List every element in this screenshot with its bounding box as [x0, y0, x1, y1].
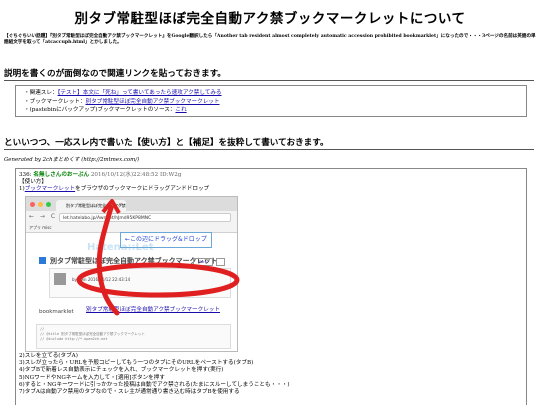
bookmarklet-page-link[interactable]: 別タブ常駐型ほぼ完全自動アク禁ブックマークレット [86, 99, 220, 105]
heading-rule [4, 80, 534, 81]
steps-list: 2)スレを立てる(タブA) 3)スレが立ったら・URLを予般コピーしてもう一つの… [19, 353, 290, 396]
post-box: 336: 名無しさんのおーぷん 2016/10/12(水)22:48:52 ID… [15, 168, 527, 405]
bookmarklet-link[interactable]: ブックマークレット [25, 186, 75, 192]
step-1: 1)ブックマークレットをブラウザのブックマークにドラッグアンドドロップ [19, 186, 210, 192]
post-header: 336: 名無しさんのおーぷん 2016/10/12(水)22:48:52 ID… [19, 172, 182, 185]
related-links-box: ・関連スレ：【テスト】本文に「死ね」って書いてあったら速攻アク禁してみる ・ブッ… [15, 85, 527, 117]
step-item: 6)すると・NGキーワードに引っかかった投稿は自動でアク禁される(たまにスルーし… [19, 381, 290, 388]
pastebin-source-link[interactable]: これ [175, 107, 186, 113]
step-item: 7)タブAは自動アク禁用のタブなので・スレ主が通常通り書き込む時はタブBを使用す… [19, 389, 240, 396]
related-link-item: ・(pastebinにバックアップ)ブックマークレットのソース：これ [24, 107, 187, 113]
annotation-overlay [76, 199, 240, 316]
related-thread-link[interactable]: 【テスト】本文に「死ね」って書いてあったら速攻アク禁してみる [58, 90, 222, 96]
intro-note: 【ぐちぐちいい話題】『別タブ常駐型ほぼ完全自動アク禁ブックマークレット』をGoo… [4, 34, 536, 45]
heading-rule [4, 149, 534, 150]
section-heading-links: 説明を書くのが面倒なので関連リンクを貼っておきます。 [4, 69, 226, 79]
section-heading-usage: といいつつ、一応スレ内で書いた【使い方】と【補足】を抜粋して書いておきます。 [4, 138, 329, 148]
related-link-item: ・関連スレ：【テスト】本文に「死ね」って書いてあったら速攻アク禁してみる [24, 90, 222, 96]
page-title: 別タブ常駐型ほぼ完全自動アク禁ブックマークレットについて [74, 11, 466, 27]
step-item: 5)NGワードやNGネームを入力して・[適用]ボタンを押す [19, 374, 165, 381]
related-link-item: ・ブックマークレット：別タブ常駐型ほぼ完全自動アク禁ブックマークレット [24, 98, 220, 105]
step-item: 4)タブBで新着レス自動表示にチェックを入れ、ブックマークレットを押す(実行) [19, 367, 224, 374]
post-date: 2016/10/12(水)22:48:52 ID:W2g [90, 172, 182, 178]
poster-name: 名無しさんのおーぷん [33, 172, 90, 178]
red-arrow-annotation [96, 205, 120, 316]
usage-label: 【使い方】 [19, 179, 47, 185]
generated-by: Generated by 2chまとめくす (http://2mtmex.com… [4, 157, 140, 163]
